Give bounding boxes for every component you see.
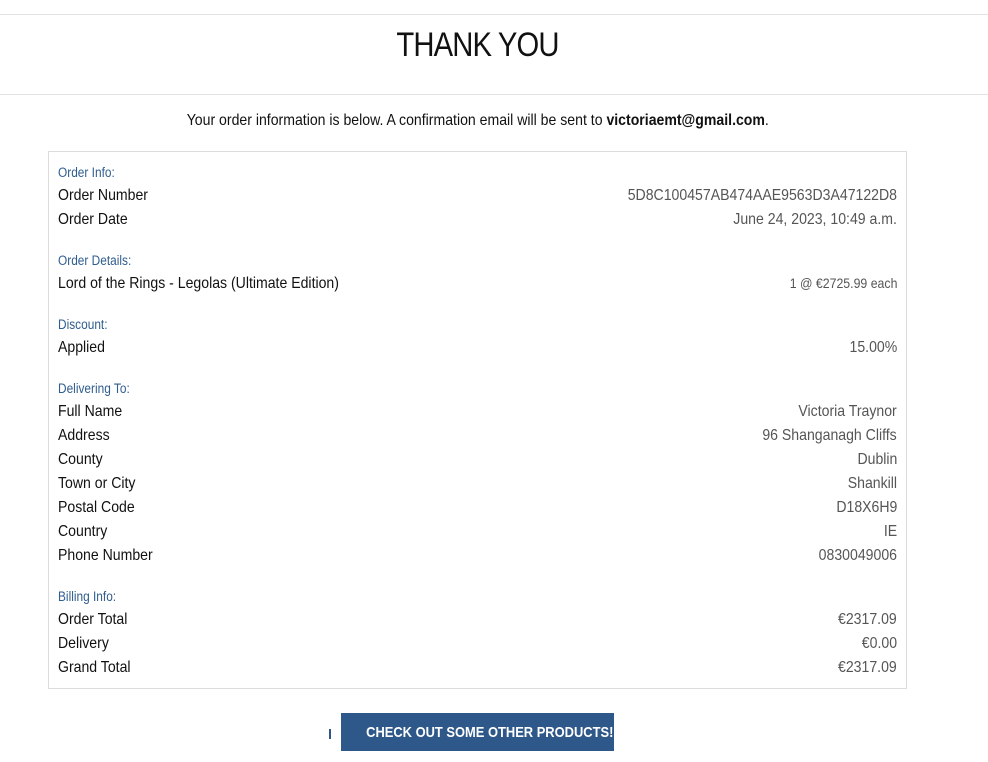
discount-heading: Discount:	[58, 317, 108, 332]
delivery-label: Delivery	[58, 635, 109, 652]
top-divider	[0, 14, 988, 15]
order-item-qty-price: 1 @ €2725.99 each	[789, 275, 897, 291]
address-value: 96 Shanganagh Cliffs	[762, 427, 897, 444]
delivering-to-heading: Delivering To:	[58, 381, 130, 396]
order-total-label: Order Total	[58, 611, 128, 628]
country-value: IE	[883, 523, 897, 540]
order-date-label: Order Date	[58, 211, 128, 228]
discount-value: 15.00%	[849, 339, 897, 356]
grand-total-value: €2317.09	[838, 659, 897, 676]
phone-label: Phone Number	[58, 547, 153, 564]
billing-info-heading: Billing Info:	[58, 589, 117, 604]
order-total-value: €2317.09	[838, 611, 897, 628]
order-summary-box: Order Info: Order Number 5D8C100457AB474…	[48, 151, 907, 689]
intro-text: Your order information is below. A confi…	[186, 112, 607, 129]
delivery-value: €0.00	[861, 635, 897, 652]
postal-code-label: Postal Code	[58, 499, 135, 516]
customer-email: victoriaemt@gmail.com	[606, 112, 765, 129]
county-value: Dublin	[857, 451, 897, 468]
full-name-label: Full Name	[58, 403, 123, 420]
town-value: Shankill	[847, 475, 897, 492]
country-label: Country	[58, 523, 108, 540]
title-divider	[0, 94, 988, 95]
order-date-value: June 24, 2023, 10:49 a.m.	[733, 211, 897, 228]
confirmation-message: Your order information is below. A confi…	[0, 112, 955, 130]
gift-icon	[322, 725, 338, 739]
intro-end: .	[764, 112, 769, 129]
phone-value: 0830049006	[818, 547, 897, 564]
town-label: Town or City	[58, 475, 136, 492]
full-name-value: Victoria Traynor	[798, 403, 897, 420]
postal-code-value: D18X6H9	[835, 499, 897, 516]
order-info-heading: Order Info:	[58, 165, 115, 180]
check-out-other-products-button[interactable]: Check Out Some Other Products!	[322, 713, 614, 751]
county-label: County	[58, 451, 103, 468]
page-title: THANK YOU	[396, 26, 559, 64]
order-number-label: Order Number	[58, 187, 148, 204]
grand-total-label: Grand Total	[58, 659, 131, 676]
order-details-heading: Order Details:	[58, 253, 132, 268]
order-number-value: 5D8C100457AB474AAE9563D3A47122D8	[627, 187, 897, 204]
cta-label: Check Out Some Other Products!	[365, 723, 614, 741]
address-label: Address	[58, 427, 110, 444]
discount-label: Applied	[58, 339, 105, 356]
order-item-name: Lord of the Rings - Legolas (Ultimate Ed…	[58, 275, 339, 292]
